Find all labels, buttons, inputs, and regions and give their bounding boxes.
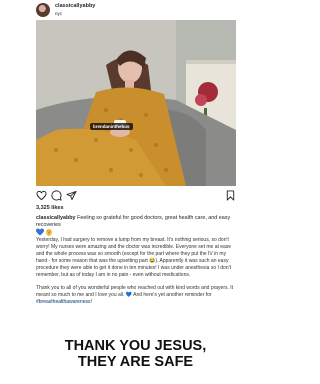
- like-count[interactable]: 3,325 likes: [36, 205, 64, 211]
- caption-username[interactable]: classicallyabby: [36, 215, 76, 221]
- username[interactable]: classicallyabby: [55, 3, 95, 9]
- post-header: classicallyabby nyc: [36, 2, 236, 20]
- post-actions: [36, 190, 236, 202]
- avatar[interactable]: [36, 3, 50, 17]
- comment-icon[interactable]: [51, 190, 62, 201]
- heart-outline-icon[interactable]: [36, 190, 47, 201]
- photo-tag[interactable]: brendaninthebus: [90, 123, 133, 130]
- caption: classicallyabby Feeling so grateful for …: [36, 215, 236, 229]
- share-icon[interactable]: [66, 190, 77, 201]
- overlay-headline: THANK YOU JESUS, THEY ARE SAFE: [0, 338, 271, 370]
- caption-emoji: [36, 223, 56, 236]
- hashtag-link[interactable]: #breasthealthawareness!: [36, 299, 92, 305]
- praying-hands-icon: [46, 229, 52, 236]
- post-body: Yesterday, I had surgery to remove a lum…: [36, 237, 236, 312]
- body-paragraph-2: Thank you to all of you wonderful people…: [36, 285, 236, 306]
- headline-line-2: THEY ARE SAFE: [77, 354, 194, 370]
- blue-heart-icon: [36, 228, 52, 236]
- post-photo[interactable]: brendaninthebus: [36, 20, 236, 186]
- headline-line-1: THANK YOU JESUS,: [64, 338, 207, 354]
- location[interactable]: nyc: [55, 11, 62, 16]
- bookmark-icon[interactable]: [225, 190, 236, 201]
- body-paragraph-2-text: Thank you to all of you wonderful people…: [36, 285, 234, 298]
- photo-illustration: [36, 20, 236, 186]
- body-paragraph-1: Yesterday, I had surgery to remove a lum…: [36, 237, 232, 278]
